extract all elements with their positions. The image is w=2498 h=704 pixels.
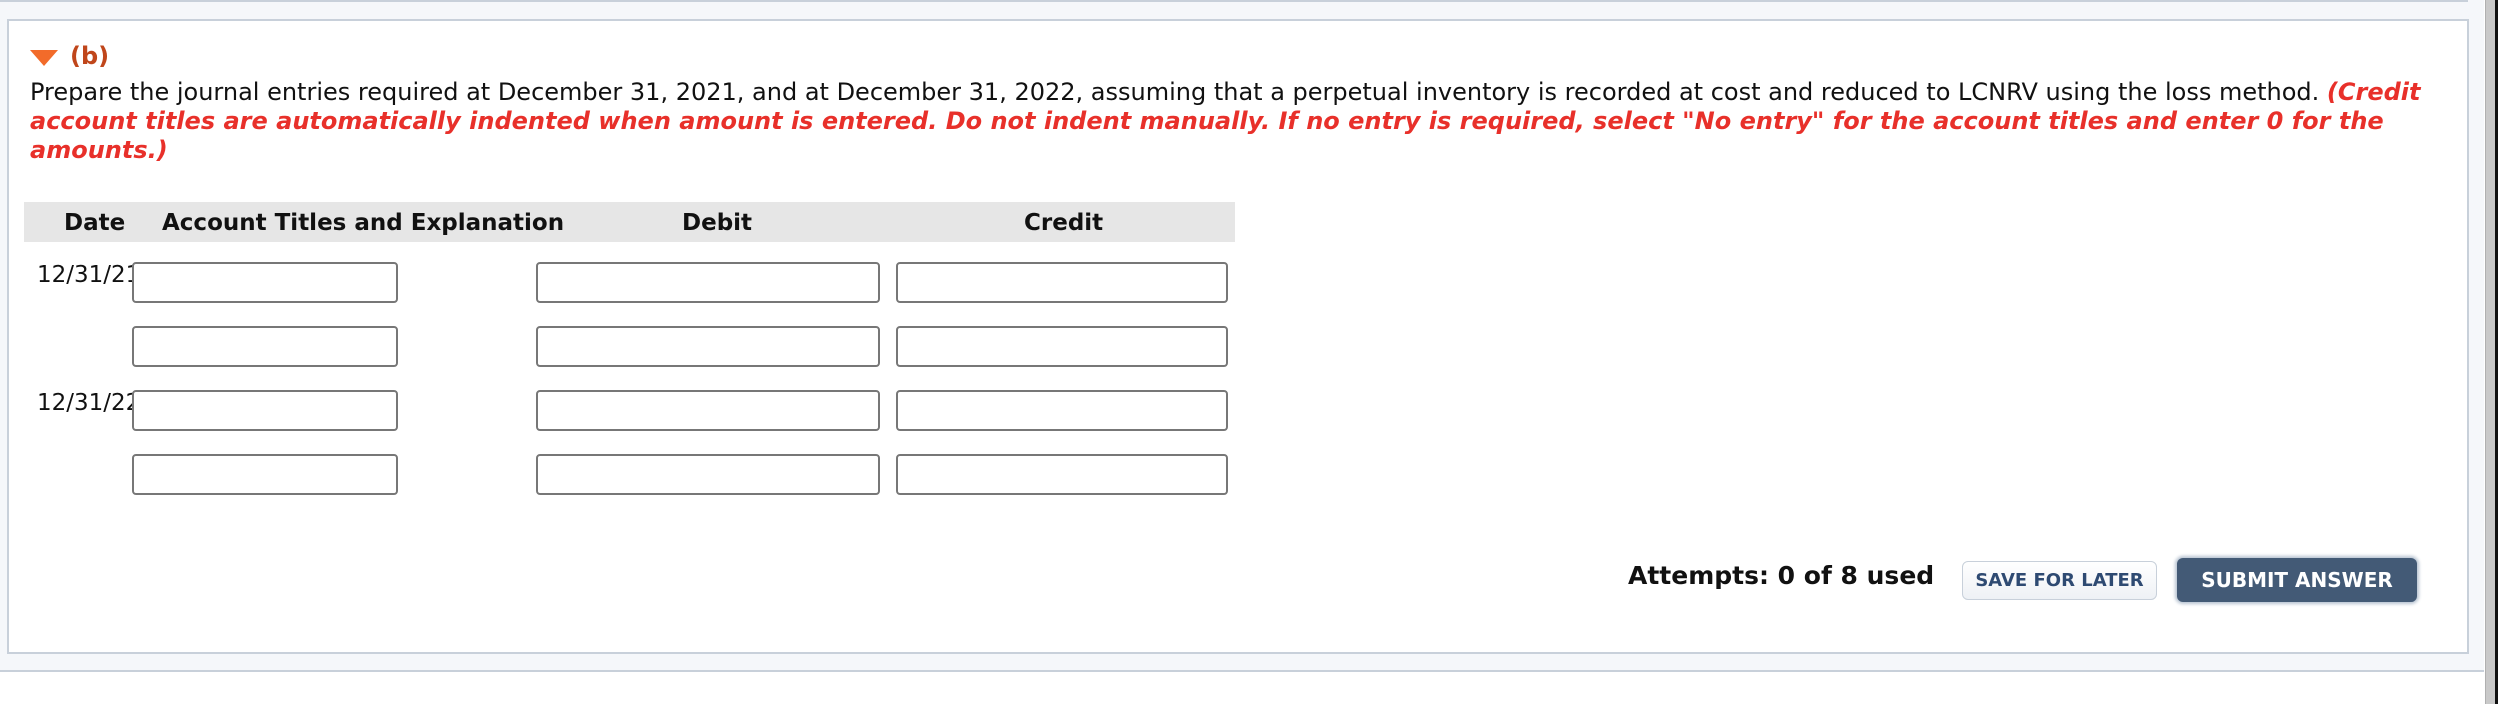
table-row xyxy=(24,326,1235,367)
header-date: Date xyxy=(64,210,126,236)
account-title-input[interactable] xyxy=(132,454,398,495)
debit-input[interactable] xyxy=(536,390,880,431)
debit-input[interactable] xyxy=(536,262,880,303)
credit-input[interactable] xyxy=(896,390,1228,431)
table-row xyxy=(24,454,1235,495)
journal-entry-table: Date Account Titles and Explanation Debi… xyxy=(24,202,1235,495)
table-row: 12/31/21 xyxy=(24,262,1235,303)
row-date: 12/31/21 xyxy=(37,262,141,288)
account-title-input[interactable] xyxy=(132,390,398,431)
attempts-counter: Attempts: 0 of 8 used xyxy=(1628,561,1935,590)
credit-input[interactable] xyxy=(896,262,1228,303)
account-title-input[interactable] xyxy=(132,326,398,367)
instructions: Prepare the journal entries required at … xyxy=(30,78,2455,165)
header-account: Account Titles and Explanation xyxy=(162,210,565,236)
submit-answer-button[interactable]: SUBMIT ANSWER xyxy=(2177,558,2417,602)
instructions-text: Prepare the journal entries required at … xyxy=(30,78,2327,106)
debit-input[interactable] xyxy=(536,454,880,495)
credit-input[interactable] xyxy=(896,326,1228,367)
header-debit: Debit xyxy=(682,210,753,236)
table-row: 12/31/22 xyxy=(24,390,1235,431)
table-header: Date Account Titles and Explanation Debi… xyxy=(24,202,1235,242)
part-b-toggle[interactable]: (b) xyxy=(30,42,109,70)
triangle-down-icon xyxy=(30,50,58,66)
header-credit: Credit xyxy=(1024,210,1104,236)
row-date: 12/31/22 xyxy=(37,390,141,416)
credit-input[interactable] xyxy=(896,454,1228,495)
save-for-later-button[interactable]: SAVE FOR LATER xyxy=(1962,561,2157,600)
account-title-input[interactable] xyxy=(132,262,398,303)
previous-panel-border xyxy=(0,0,2468,2)
part-label: (b) xyxy=(70,42,110,70)
debit-input[interactable] xyxy=(536,326,880,367)
